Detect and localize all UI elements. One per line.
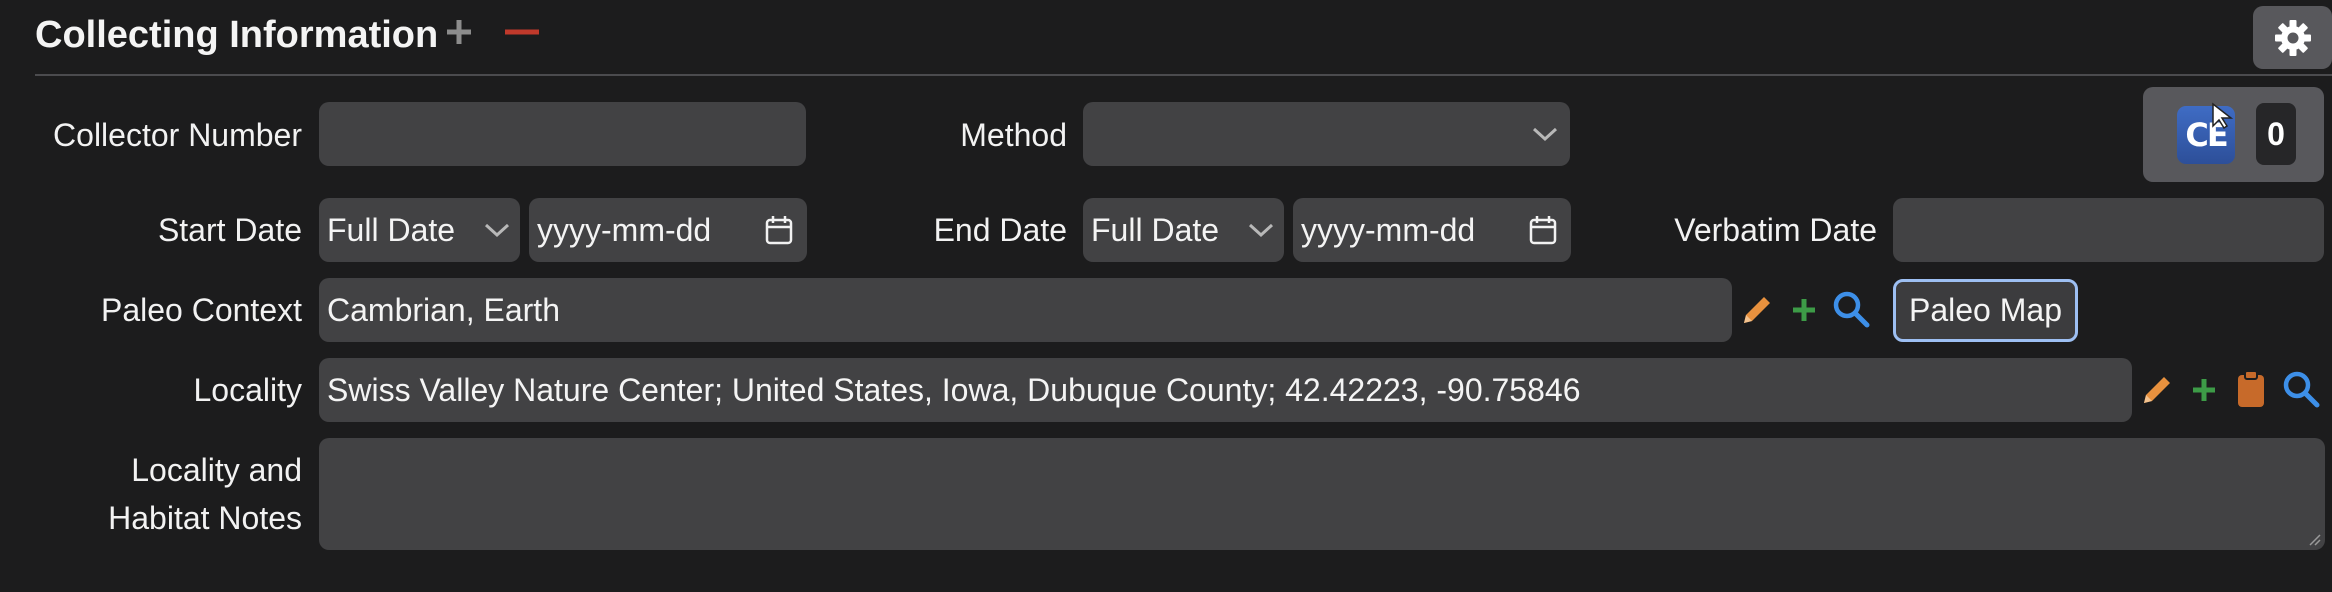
search-paleo-context-button[interactable] [1831, 288, 1871, 330]
chevron-down-icon [484, 223, 510, 238]
calendar-icon[interactable] [1529, 215, 1557, 245]
start-date-precision-select[interactable]: Full Date [319, 198, 520, 262]
end-date-precision-value: Full Date [1091, 212, 1220, 248]
method-select[interactable] [1083, 102, 1570, 166]
verbatim-date-field[interactable] [1893, 198, 2324, 262]
habitat-notes-label-line2: Habitat Notes [108, 500, 302, 536]
end-date-placeholder: yyyy-mm-dd [1301, 212, 1476, 248]
chevron-down-icon [1532, 127, 1558, 142]
locality-field[interactable]: Swiss Valley Nature Center; United State… [319, 358, 2132, 422]
paleo-context-label: Paleo Context [100, 292, 302, 328]
calendar-icon[interactable] [765, 215, 793, 245]
settings-button[interactable] [2253, 6, 2332, 69]
habitat-notes-textarea[interactable] [319, 438, 2325, 550]
end-date-precision-select[interactable]: Full Date [1083, 198, 1284, 262]
end-date-input[interactable]: yyyy-mm-dd [1293, 198, 1571, 262]
pencil-icon [2144, 377, 2170, 403]
ce-count-badge: 0 [2256, 103, 2296, 165]
search-icon [2283, 371, 2320, 408]
clone-locality-button[interactable] [2234, 367, 2268, 411]
edit-locality-button[interactable] [2137, 370, 2177, 410]
add-paleo-context-button[interactable] [1786, 291, 1822, 329]
habitat-notes-label-line1: Locality and [131, 452, 302, 488]
edit-paleo-context-button[interactable] [1737, 290, 1777, 330]
plus-icon [1793, 299, 1815, 321]
add-section-button[interactable] [441, 14, 477, 50]
search-icon [1833, 291, 1870, 328]
collector-number-label: Collector Number [53, 117, 302, 153]
resize-handle-icon[interactable] [2307, 532, 2321, 546]
add-locality-button[interactable] [2186, 371, 2222, 409]
method-label: Method [960, 117, 1067, 153]
pencil-icon [1744, 297, 1770, 323]
paleo-context-field[interactable]: Cambrian, Earth [319, 278, 1732, 342]
start-date-input[interactable]: yyyy-mm-dd [529, 198, 807, 262]
gear-icon [2274, 19, 2311, 56]
remove-section-button[interactable] [502, 14, 542, 50]
paleo-map-button[interactable]: Paleo Map [1893, 279, 2078, 342]
end-date-label: End Date [933, 212, 1067, 248]
verbatim-date-label: Verbatim Date [1674, 212, 1877, 248]
cursor-icon [2212, 102, 2234, 130]
search-locality-button[interactable] [2281, 368, 2321, 410]
start-date-placeholder: yyyy-mm-dd [537, 212, 712, 248]
plus-icon [447, 20, 471, 44]
collector-number-field[interactable] [319, 102, 806, 166]
section-title: Collecting Information [35, 14, 439, 56]
minus-icon [505, 29, 539, 35]
locality-label: Locality [193, 372, 303, 408]
start-date-precision-value: Full Date [327, 212, 456, 248]
start-date-label: Start Date [157, 212, 302, 248]
clipboard-icon [2238, 370, 2264, 407]
chevron-down-icon [1248, 223, 1274, 238]
header-divider [35, 74, 2332, 76]
plus-icon [2193, 379, 2215, 401]
